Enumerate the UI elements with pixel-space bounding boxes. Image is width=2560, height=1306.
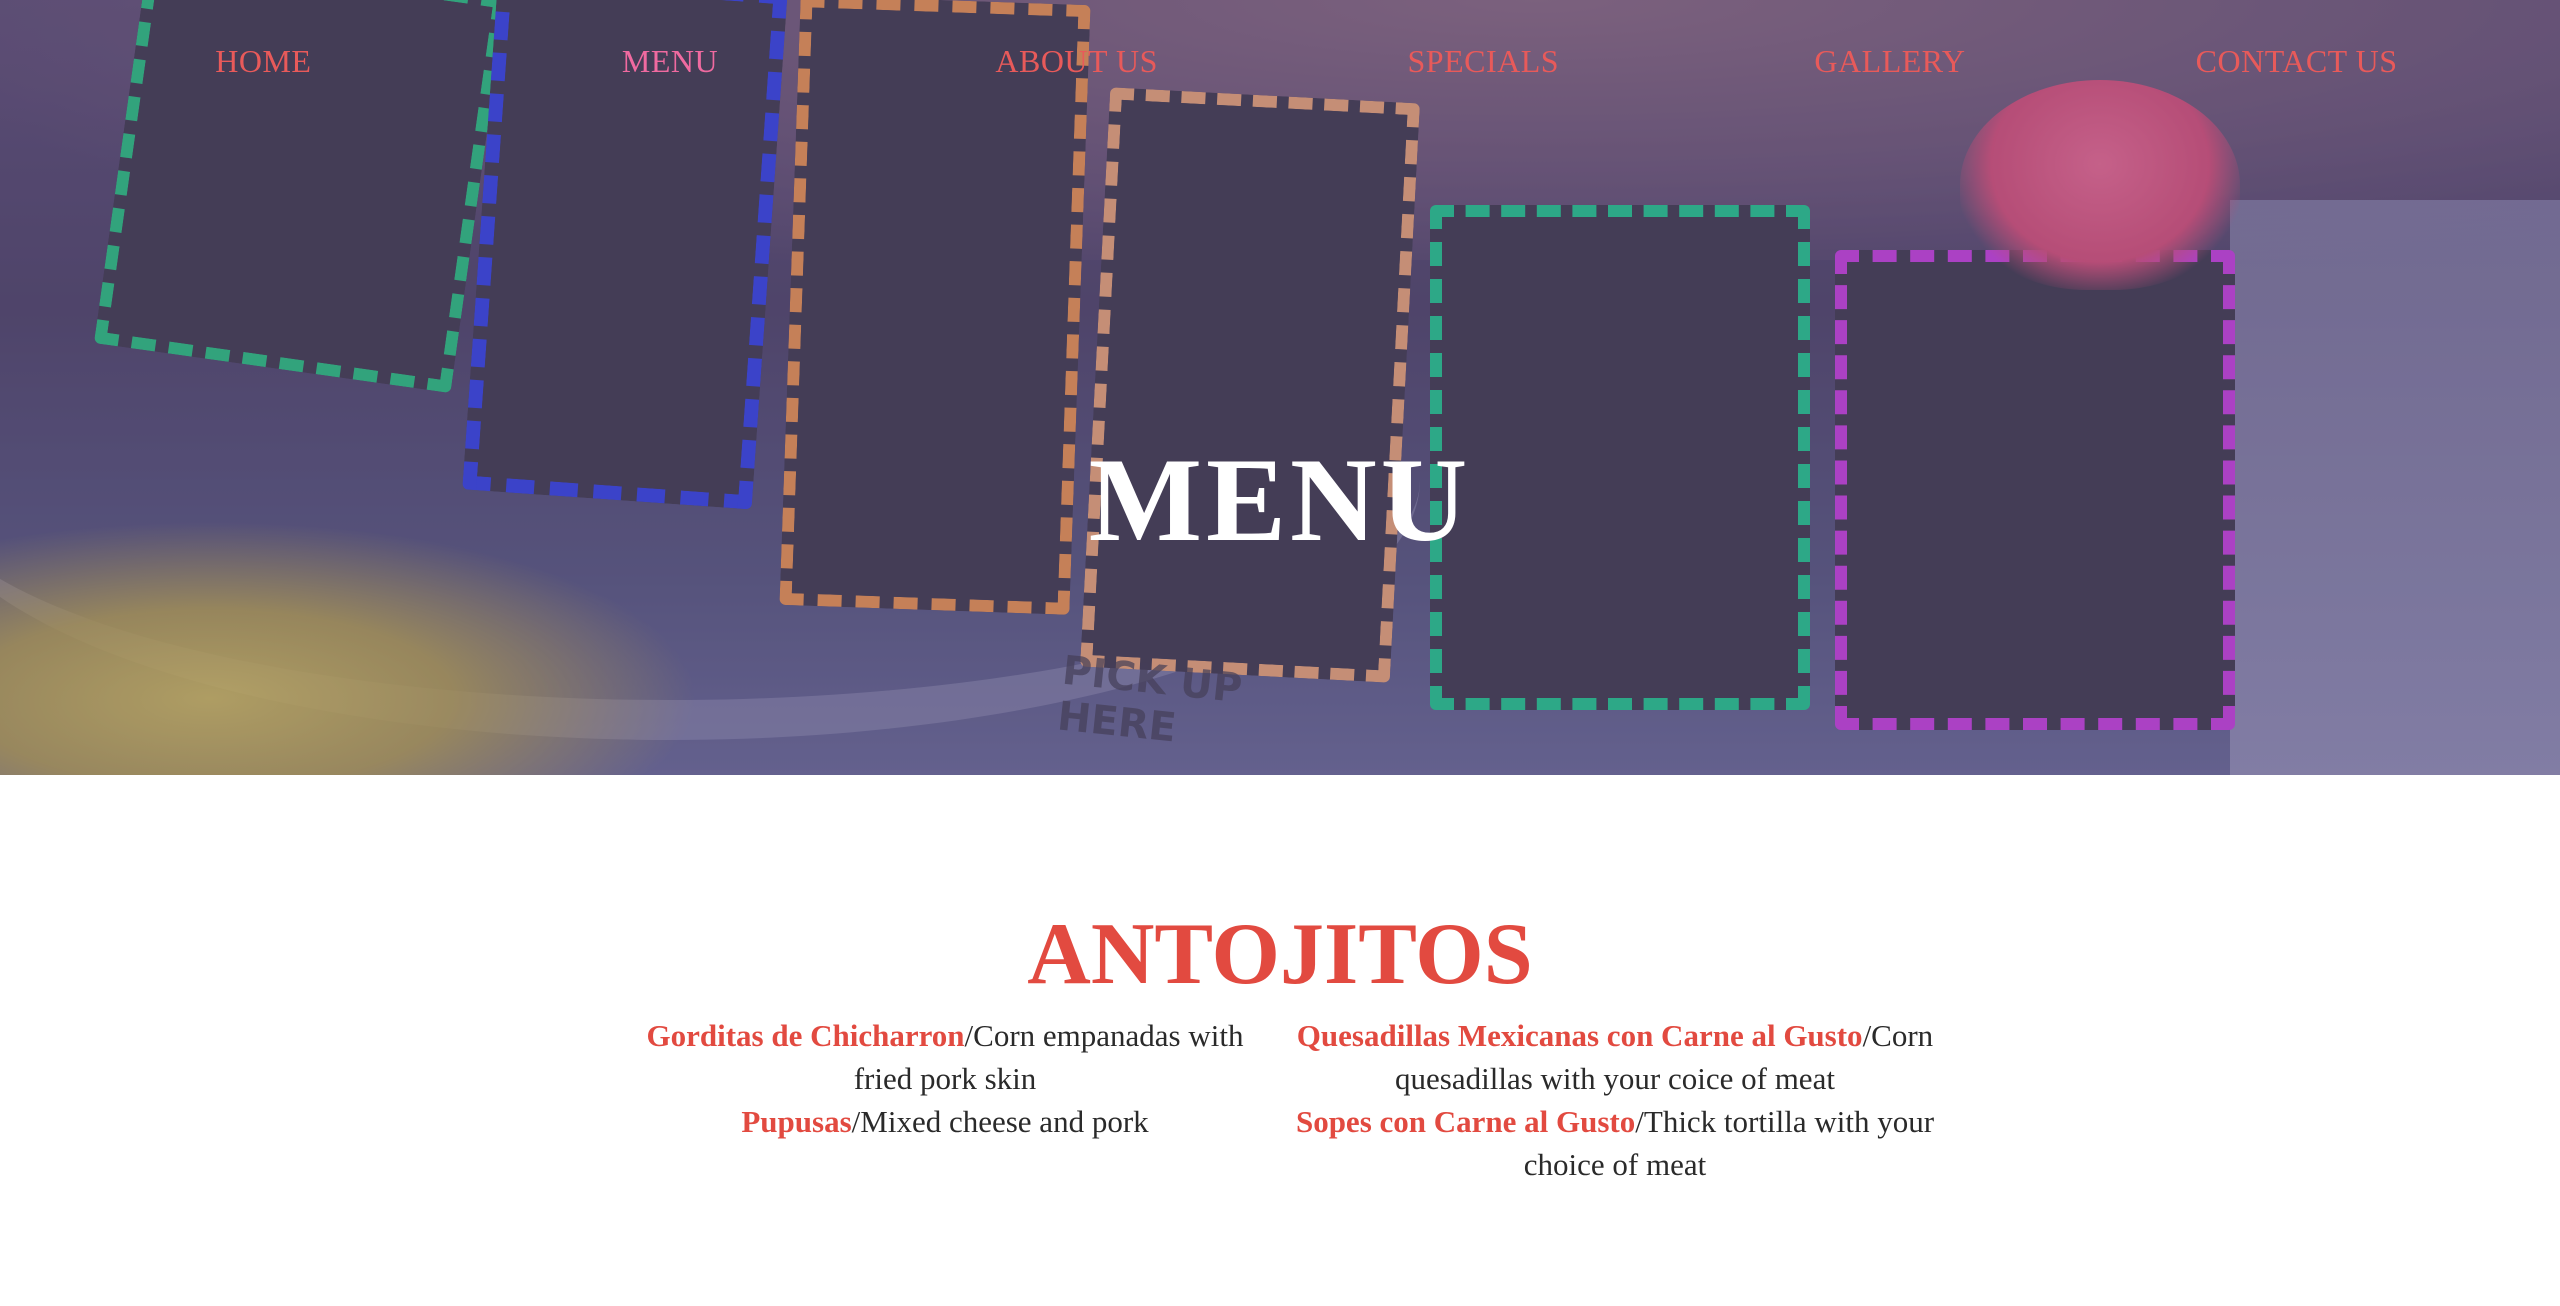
menu-column-right: Quesadillas Mexicanas con Carne al Gusto… [1290, 1014, 1940, 1186]
nav-home[interactable]: HOME [73, 43, 453, 80]
menu-item-description: /Mixed cheese and pork [851, 1104, 1149, 1139]
nav-menu[interactable]: MENU [480, 43, 860, 80]
page-title: MENU [1088, 433, 1472, 567]
menu-item: Sopes con Carne al Gusto/Thick tortilla … [1290, 1100, 1940, 1186]
menu-item: Gorditas de Chicharron/Corn empanadas wi… [640, 1014, 1250, 1100]
menu-column-left: Gorditas de Chicharron/Corn empanadas wi… [640, 1014, 1250, 1143]
nav-about-us[interactable]: ABOUT US [887, 43, 1267, 80]
hero-overlay [0, 0, 2560, 775]
menu-item-name: Gorditas de Chicharron [646, 1018, 965, 1053]
menu-item-name: Pupusas [741, 1104, 852, 1139]
section-title: ANTOJITOS [1027, 906, 1533, 1004]
menu-item: Pupusas/Mixed cheese and pork [640, 1100, 1250, 1143]
nav-gallery[interactable]: GALLERY [1700, 43, 2080, 80]
menu-item-name: Sopes con Carne al Gusto [1295, 1104, 1636, 1139]
nav-specials[interactable]: SPECIALS [1293, 43, 1673, 80]
nav-contact-us[interactable]: CONTACT US [2107, 43, 2487, 80]
hero-banner: PICK UP HERE HOME MENU ABOUT US SPECIALS… [0, 0, 2560, 775]
menu-item: Quesadillas Mexicanas con Carne al Gusto… [1290, 1014, 1940, 1100]
menu-item-name: Quesadillas Mexicanas con Carne al Gusto [1296, 1018, 1863, 1053]
main-nav: HOME MENU ABOUT US SPECIALS GALLERY CONT… [0, 36, 2560, 86]
